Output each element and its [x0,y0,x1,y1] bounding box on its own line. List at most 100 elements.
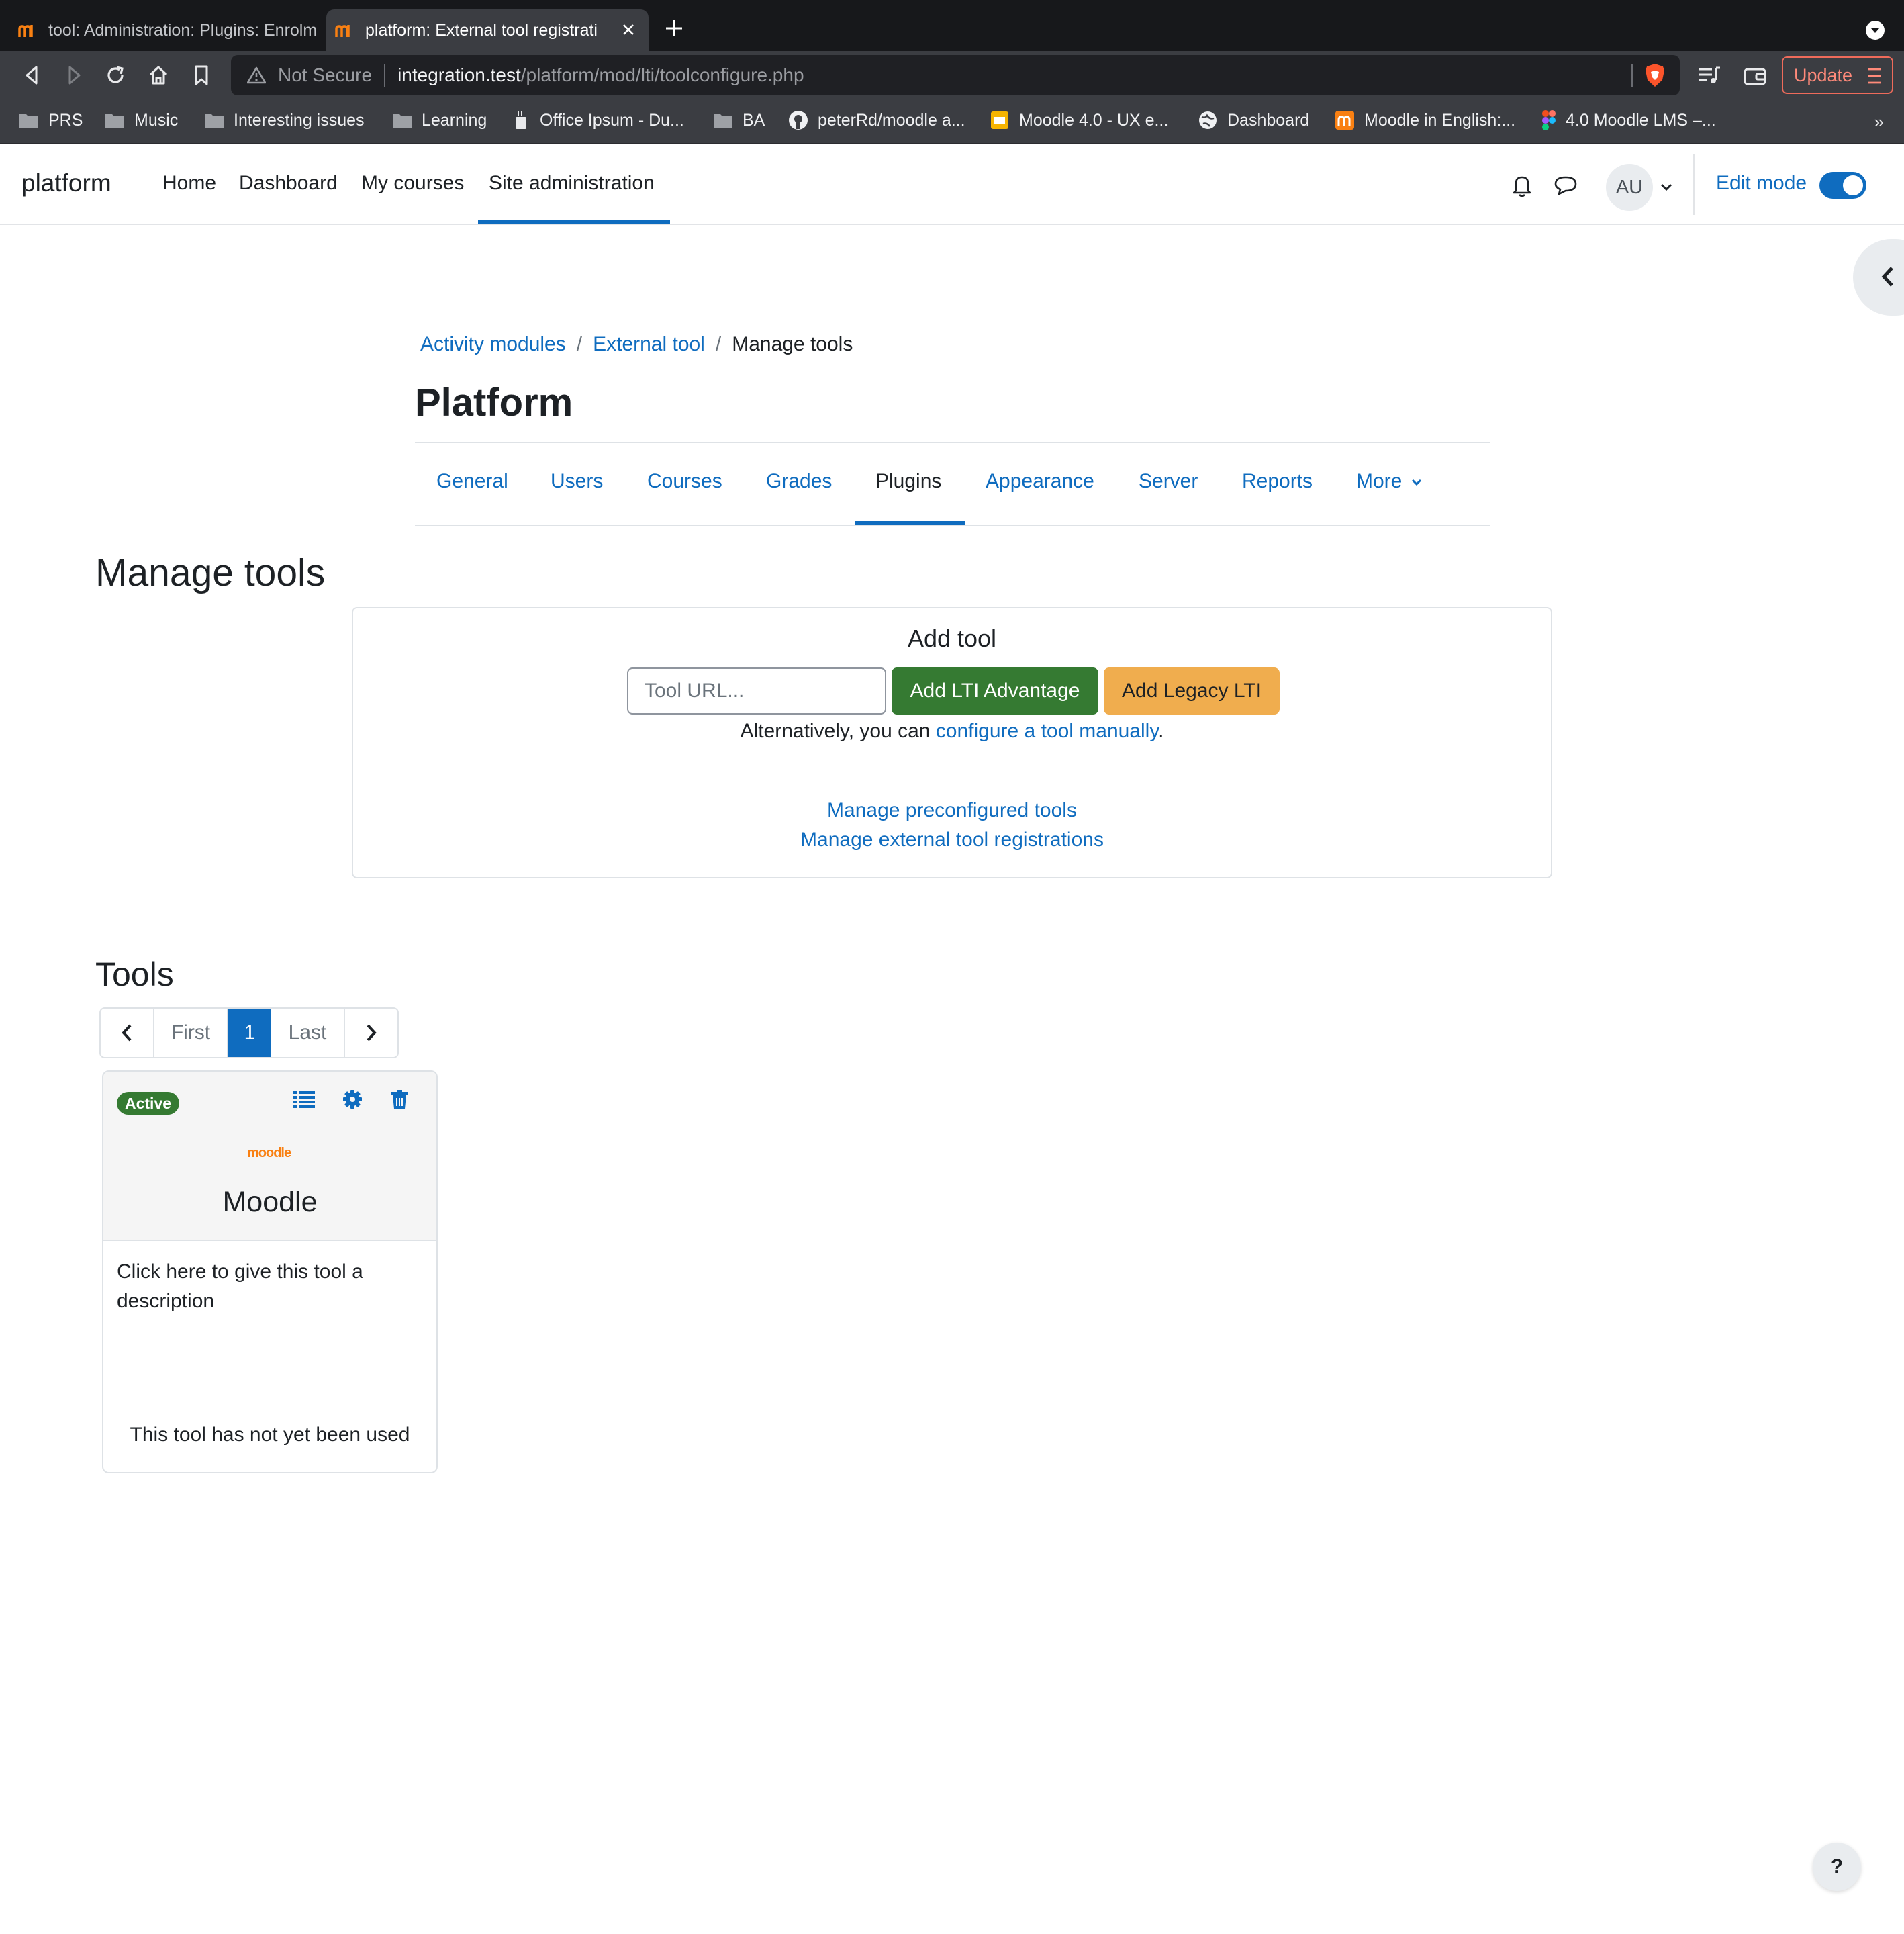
bookmark-item[interactable]: peterRd/moodle a... [788,109,965,132]
warning-icon [247,66,266,84]
tab-reports[interactable]: Reports [1242,470,1313,493]
breadcrumb-activity-modules[interactable]: Activity modules [420,333,566,356]
tab-title: platform: External tool registrati [365,20,598,40]
tab-search-icon[interactable] [1865,20,1885,40]
bookmark-item[interactable]: Learning [392,109,487,132]
browser-tab-bar: tool: Administration: Plugins: Enrolm pl… [0,0,1904,51]
messages-icon[interactable] [1554,175,1578,196]
site-navbar: platform Home Dashboard My courses Site … [0,144,1904,225]
tab-title: tool: Administration: Plugins: Enrolm [48,20,318,40]
tool-card-header: Active moodle Moodle [103,1072,436,1241]
configure-tool-manually-link[interactable]: configure a tool manually [936,720,1158,742]
add-lti-advantage-button[interactable]: Add LTI Advantage [892,667,1098,715]
tab-plugins[interactable]: Plugins [875,470,941,493]
bookmark-item[interactable]: Interesting issues [204,109,365,132]
bookmark-label: Learning [422,110,487,130]
folder-icon [714,114,732,128]
bookmark-item[interactable]: Moodle in English:... [1335,109,1515,132]
tool-name: Moodle [222,1186,318,1218]
help-button[interactable]: ? [1813,1843,1861,1891]
reload-icon[interactable] [103,63,128,87]
current-page-button[interactable]: 1 [228,1009,271,1057]
trash-icon[interactable] [391,1089,408,1109]
back-icon[interactable] [20,63,44,87]
bookmark-label: 4.0 Moodle LMS –... [1566,110,1716,130]
tab-server[interactable]: Server [1139,470,1198,493]
figma-icon [1542,110,1556,130]
bookmark-item[interactable]: Moodle 4.0 - UX e... [990,109,1168,132]
browser-tab-active[interactable]: platform: External tool registrati [326,9,649,51]
site-brand[interactable]: platform [21,169,111,197]
security-status: Not Secure [278,64,373,85]
tab-more-label: More [1356,470,1402,492]
bookmark-label: Moodle 4.0 - UX e... [1019,110,1169,130]
chevron-down-icon[interactable] [1660,183,1673,192]
configure-manually-text: Alternatively, you can configure a tool … [353,720,1551,743]
new-tab-icon[interactable] [665,19,683,38]
chevron-left-icon [122,1024,132,1042]
breadcrumb: Activity modules / External tool / Manag… [420,333,853,356]
open-block-drawer-button[interactable] [1853,239,1904,316]
bookmark-icon[interactable] [189,63,213,87]
nav-site-administration[interactable]: Site administration [489,172,655,195]
moodle-favicon-icon [18,25,33,37]
tab-general[interactable]: General [436,470,508,493]
breadcrumb-current: Manage tools [732,333,853,355]
manage-preconfigured-tools-link[interactable]: Manage preconfigured tools [353,799,1551,822]
tab-more[interactable]: More [1356,470,1423,493]
gear-icon[interactable] [342,1089,363,1109]
browser-tab[interactable]: tool: Administration: Plugins: Enrolm [9,9,322,51]
close-tab-icon[interactable] [620,21,636,38]
moodle-icon [1335,111,1354,130]
edit-mode-label: Edit mode [1716,172,1807,194]
bookmark-label: Moodle in English:... [1364,110,1516,130]
tab-grades[interactable]: Grades [766,470,832,493]
bookmark-label: Office Ipsum - Du... [540,110,684,130]
nav-my-courses[interactable]: My courses [361,172,464,195]
breadcrumb-separator: / [576,333,583,355]
previous-page-button[interactable] [101,1009,154,1057]
alt-prefix: Alternatively, you can [740,720,936,742]
active-nav-indicator [478,220,670,224]
playlist-icon[interactable] [1697,66,1721,86]
next-page-button[interactable] [345,1009,397,1057]
update-label: Update [1794,64,1853,85]
bookmark-item[interactable]: BA [713,109,765,132]
brave-shields-icon[interactable] [1644,62,1666,88]
bookmark-label: BA [743,110,765,130]
tool-url-input[interactable] [627,667,886,715]
list-icon[interactable] [293,1089,316,1109]
address-bar[interactable]: Not Secure integration.test/platform/mod… [231,55,1680,95]
update-browser-button[interactable]: Update [1782,56,1893,94]
tabs-divider [415,525,1490,526]
home-icon[interactable] [146,63,171,87]
slides-icon [991,111,1008,129]
more-bookmarks-button[interactable]: » [1874,111,1884,132]
tool-card: Active moodle Moodle Click here to give … [102,1070,438,1473]
tab-users[interactable]: Users [551,470,603,493]
breadcrumb-external-tool[interactable]: External tool [593,333,705,356]
bookmark-item[interactable]: Music [105,109,178,132]
nav-home[interactable]: Home [162,172,216,195]
wallet-icon[interactable] [1743,66,1767,86]
bookmark-item[interactable]: Office Ipsum - Du... [513,109,684,132]
tab-appearance[interactable]: Appearance [986,470,1094,493]
bookmark-item[interactable]: PRS [19,109,83,132]
last-page-button[interactable]: Last [271,1009,345,1057]
forward-icon[interactable] [62,63,86,87]
nav-dashboard[interactable]: Dashboard [239,172,338,195]
edit-mode-toggle[interactable] [1819,172,1866,199]
tab-courses[interactable]: Courses [647,470,722,493]
bookmark-item[interactable]: Dashboard [1198,109,1309,132]
folder-icon [19,114,38,128]
status-badge: Active [117,1092,180,1115]
manage-external-tool-registrations-link[interactable]: Manage external tool registrations [353,829,1551,851]
folder-icon [105,114,124,128]
header-divider [415,442,1490,443]
bookmark-item[interactable]: 4.0 Moodle LMS –... [1541,109,1716,132]
user-avatar[interactable]: AU [1606,164,1653,211]
add-legacy-lti-button[interactable]: Add Legacy LTI [1104,667,1280,715]
notifications-bell-icon[interactable] [1511,173,1533,197]
first-page-button[interactable]: First [154,1009,228,1057]
tool-description[interactable]: Click here to give this tool a descripti… [117,1257,419,1316]
